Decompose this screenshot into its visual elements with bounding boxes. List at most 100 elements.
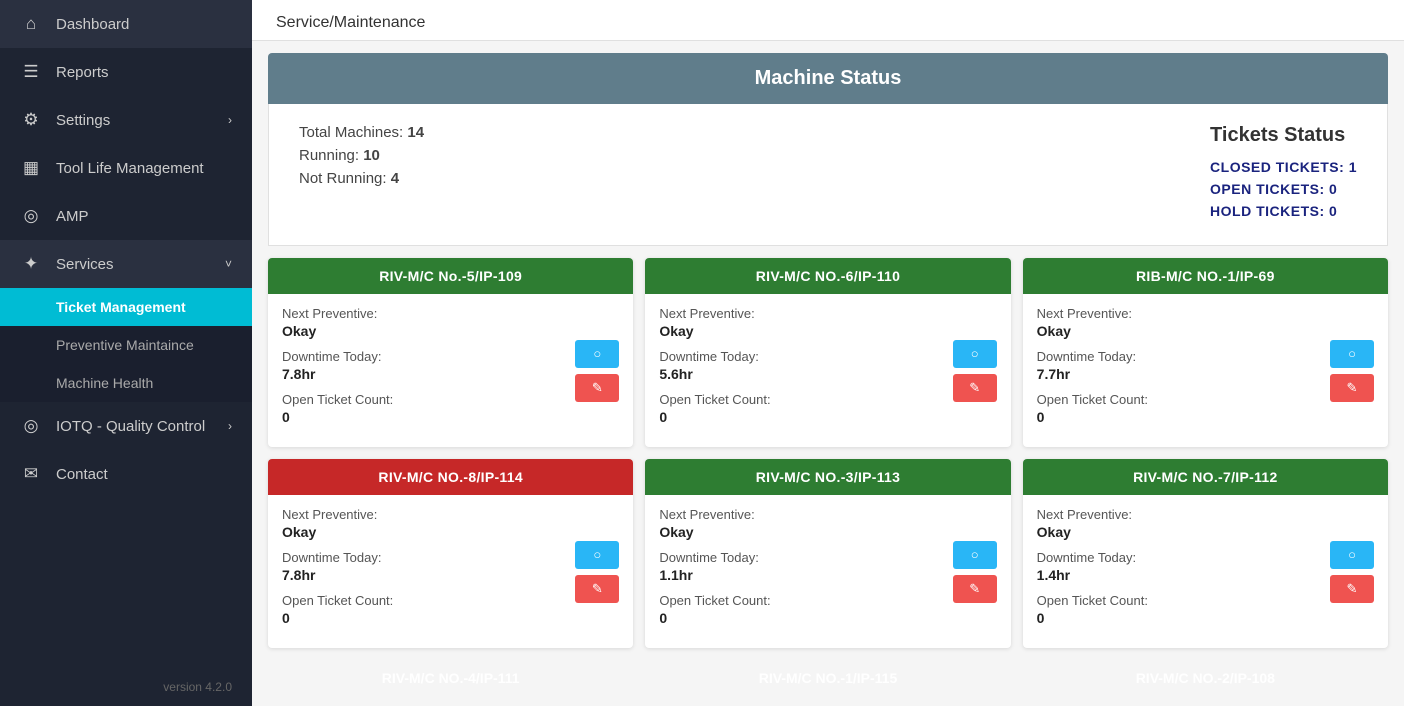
- machine-card: RIV-M/C NO.-7/IP-112 Next Preventive: Ok…: [1023, 459, 1388, 648]
- not-running-stat: Not Running: 4: [299, 170, 424, 187]
- view-button[interactable]: ○: [1330, 541, 1374, 569]
- downtime-label: Downtime Today:: [659, 550, 952, 565]
- bottom-machine-card: RIV-M/C NO.-1/IP-115: [645, 660, 1010, 696]
- sidebar-version: version 4.2.0: [0, 668, 252, 706]
- sidebar-item-contact[interactable]: ✉ Contact: [0, 450, 252, 498]
- sidebar-subitem-machine-health[interactable]: Machine Health: [0, 364, 252, 402]
- downtime-label: Downtime Today:: [1037, 349, 1330, 364]
- ticket-count-label: Open Ticket Count:: [282, 392, 575, 407]
- sidebar-item-services[interactable]: ✦ Services ˅: [0, 240, 252, 288]
- card-body: Next Preventive: Okay Downtime Today: 5.…: [645, 294, 1010, 447]
- sidebar-item-amp[interactable]: ◎ AMP: [0, 192, 252, 240]
- bottom-card-header: RIV-M/C NO.-1/IP-115: [645, 660, 1010, 696]
- bottom-machine-card: RIV-M/C NO.-4/IP-111: [268, 660, 633, 696]
- ticket-count-label: Open Ticket Count:: [659, 593, 952, 608]
- main-content: Service/Maintenance Machine Status Total…: [252, 0, 1404, 706]
- edit-button[interactable]: ✎: [953, 575, 997, 603]
- sidebar: ⌂ Dashboard ☰ Reports ⚙ Settings › ▦ Too…: [0, 0, 252, 706]
- card-header: RIV-M/C No.-5/IP-109: [268, 258, 633, 294]
- downtime-label: Downtime Today:: [282, 349, 575, 364]
- amp-icon: ◎: [20, 206, 42, 226]
- machine-card: RIB-M/C NO.-1/IP-69 Next Preventive: Oka…: [1023, 258, 1388, 447]
- bottom-cards-row: RIV-M/C NO.-4/IP-111 RIV-M/C NO.-1/IP-115…: [252, 660, 1404, 706]
- open-tickets: OPEN TICKETS: 0: [1210, 181, 1357, 197]
- downtime-value: 7.7hr: [1037, 366, 1330, 382]
- card-body: Next Preventive: Okay Downtime Today: 1.…: [1023, 495, 1388, 648]
- card-info: Next Preventive: Okay Downtime Today: 7.…: [282, 306, 575, 435]
- sidebar-item-label: AMP: [56, 208, 89, 225]
- total-machines-stat: Total Machines: 14: [299, 124, 424, 141]
- ticket-count-value: 0: [1037, 610, 1330, 626]
- services-icon: ✦: [20, 254, 42, 274]
- next-preventive-value: Okay: [659, 524, 952, 540]
- card-body: Next Preventive: Okay Downtime Today: 1.…: [645, 495, 1010, 648]
- sidebar-subitem-preventive[interactable]: Preventive Maintaince: [0, 326, 252, 364]
- card-buttons: ○ ✎: [575, 306, 619, 435]
- machine-card: RIV-M/C NO.-3/IP-113 Next Preventive: Ok…: [645, 459, 1010, 648]
- card-info: Next Preventive: Okay Downtime Today: 7.…: [1037, 306, 1330, 435]
- tickets-status: Tickets Status CLOSED TICKETS: 1 OPEN TI…: [1210, 124, 1357, 225]
- ticket-count-value: 0: [282, 409, 575, 425]
- sidebar-item-tool-life[interactable]: ▦ Tool Life Management: [0, 144, 252, 192]
- sidebar-item-label: Reports: [56, 64, 109, 81]
- next-preventive-label: Next Preventive:: [282, 507, 575, 522]
- ticket-count-label: Open Ticket Count:: [659, 392, 952, 407]
- contact-icon: ✉: [20, 464, 42, 484]
- sidebar-item-iotq[interactable]: ◎ IOTQ - Quality Control ›: [0, 402, 252, 450]
- sidebar-item-reports[interactable]: ☰ Reports: [0, 48, 252, 96]
- bottom-machine-card: RIV-M/C NO.-2/IP-108: [1023, 660, 1388, 696]
- edit-button[interactable]: ✎: [575, 374, 619, 402]
- sidebar-subitem-ticket-management[interactable]: Ticket Management: [0, 288, 252, 326]
- card-buttons: ○ ✎: [1330, 507, 1374, 636]
- card-info: Next Preventive: Okay Downtime Today: 5.…: [659, 306, 952, 435]
- edit-button[interactable]: ✎: [575, 575, 619, 603]
- edit-button[interactable]: ✎: [953, 374, 997, 402]
- sidebar-item-label: Services: [56, 256, 114, 273]
- running-stat: Running: 10: [299, 147, 424, 164]
- sidebar-item-label: IOTQ - Quality Control: [56, 418, 205, 435]
- edit-button[interactable]: ✎: [1330, 374, 1374, 402]
- card-info: Next Preventive: Okay Downtime Today: 1.…: [1037, 507, 1330, 636]
- sidebar-item-dashboard[interactable]: ⌂ Dashboard: [0, 0, 252, 48]
- card-body: Next Preventive: Okay Downtime Today: 7.…: [268, 294, 633, 447]
- next-preventive-value: Okay: [659, 323, 952, 339]
- downtime-value: 5.6hr: [659, 366, 952, 382]
- machine-card: RIV-M/C NO.-6/IP-110 Next Preventive: Ok…: [645, 258, 1010, 447]
- sidebar-item-label: Settings: [56, 112, 110, 129]
- services-submenu: Ticket Management Preventive Maintaince …: [0, 288, 252, 402]
- view-button[interactable]: ○: [953, 541, 997, 569]
- settings-icon: ⚙: [20, 110, 42, 130]
- card-header: RIV-M/C NO.-3/IP-113: [645, 459, 1010, 495]
- ticket-count-value: 0: [659, 610, 952, 626]
- machine-status-header: Machine Status: [268, 53, 1388, 104]
- view-button[interactable]: ○: [1330, 340, 1374, 368]
- bottom-card-header: RIV-M/C NO.-4/IP-111: [268, 660, 633, 696]
- downtime-value: 1.4hr: [1037, 567, 1330, 583]
- next-preventive-value: Okay: [1037, 524, 1330, 540]
- view-button[interactable]: ○: [953, 340, 997, 368]
- card-buttons: ○ ✎: [953, 507, 997, 636]
- next-preventive-label: Next Preventive:: [659, 306, 952, 321]
- next-preventive-value: Okay: [282, 323, 575, 339]
- hold-tickets: HOLD TICKETS: 0: [1210, 203, 1357, 219]
- ticket-count-label: Open Ticket Count:: [1037, 593, 1330, 608]
- sidebar-item-label: Contact: [56, 466, 108, 483]
- next-preventive-label: Next Preventive:: [1037, 306, 1330, 321]
- home-icon: ⌂: [20, 14, 42, 34]
- card-info: Next Preventive: Okay Downtime Today: 1.…: [659, 507, 952, 636]
- sidebar-item-settings[interactable]: ⚙ Settings ›: [0, 96, 252, 144]
- downtime-value: 1.1hr: [659, 567, 952, 583]
- card-body: Next Preventive: Okay Downtime Today: 7.…: [268, 495, 633, 648]
- view-button[interactable]: ○: [575, 340, 619, 368]
- sidebar-item-label: Tool Life Management: [56, 160, 204, 177]
- ticket-count-label: Open Ticket Count:: [1037, 392, 1330, 407]
- closed-tickets: CLOSED TICKETS: 1: [1210, 159, 1357, 175]
- bottom-card-header: RIV-M/C NO.-2/IP-108: [1023, 660, 1388, 696]
- ticket-count-value: 0: [659, 409, 952, 425]
- summary-box: Total Machines: 14 Running: 10 Not Runni…: [268, 104, 1388, 246]
- downtime-label: Downtime Today:: [282, 550, 575, 565]
- view-button[interactable]: ○: [575, 541, 619, 569]
- downtime-label: Downtime Today:: [1037, 550, 1330, 565]
- card-header: RIV-M/C NO.-6/IP-110: [645, 258, 1010, 294]
- edit-button[interactable]: ✎: [1330, 575, 1374, 603]
